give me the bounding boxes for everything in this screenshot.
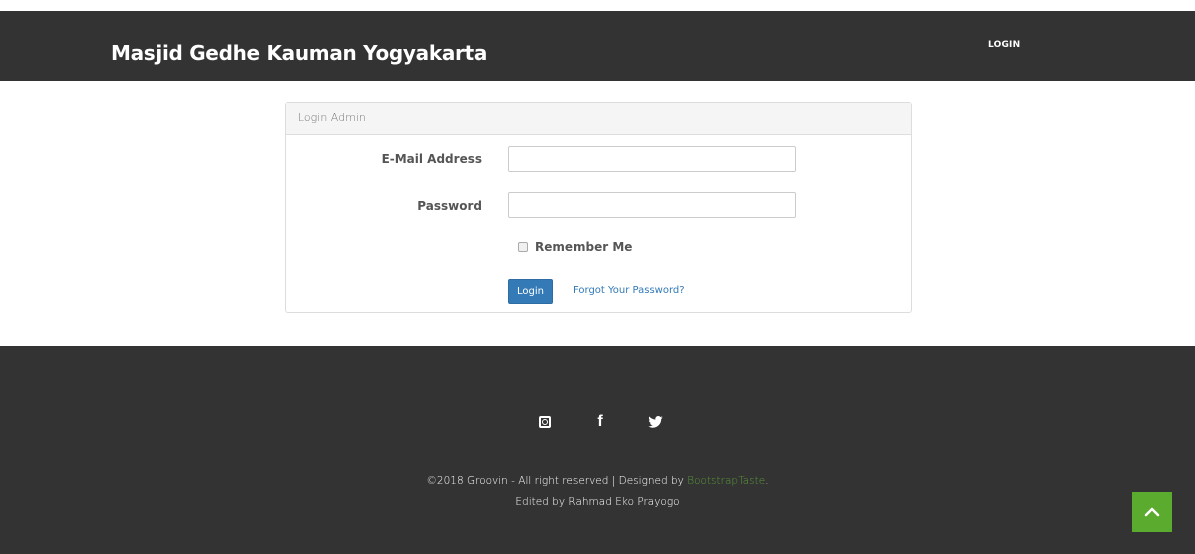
copyright-suffix: . (765, 475, 769, 487)
email-label: E-Mail Address (381, 152, 482, 166)
forgot-password-link[interactable]: Forgot Your Password? (573, 285, 685, 296)
copyright-prefix: ©2018 Groovin - All right reserved | Des… (426, 475, 688, 487)
copyright-text: ©2018 Groovin - All right reserved | Des… (0, 475, 1195, 487)
facebook-icon[interactable]: f (590, 412, 610, 432)
panel-heading: Login Admin (286, 103, 911, 135)
twitter-icon[interactable] (645, 412, 665, 432)
login-panel: Login Admin E-Mail Address Password Reme… (285, 102, 912, 313)
email-field[interactable] (508, 146, 796, 172)
remember-me-label[interactable]: Remember Me (535, 240, 632, 254)
site-brand[interactable]: Masjid Gedhe Kauman Yogyakarta (111, 41, 487, 65)
scroll-to-top-button[interactable] (1132, 492, 1172, 532)
edited-by-text: Edited by Rahmad Eko Prayogo (515, 496, 680, 508)
remember-me-checkbox[interactable] (518, 242, 528, 252)
remember-me-row: Remember Me (518, 240, 632, 254)
chevron-up-icon (1144, 507, 1160, 517)
password-label: Password (417, 199, 482, 213)
nav-login-link[interactable]: LOGIN (988, 40, 1020, 50)
password-field[interactable] (508, 192, 796, 218)
designer-link[interactable]: BootstrapTaste (687, 475, 765, 487)
instagram-icon[interactable] (535, 412, 555, 432)
top-navbar: Masjid Gedhe Kauman Yogyakarta LOGIN (0, 11, 1195, 81)
footer: f ©2018 Groovin - All right reserved | D… (0, 346, 1195, 554)
login-button[interactable]: Login (508, 279, 553, 304)
